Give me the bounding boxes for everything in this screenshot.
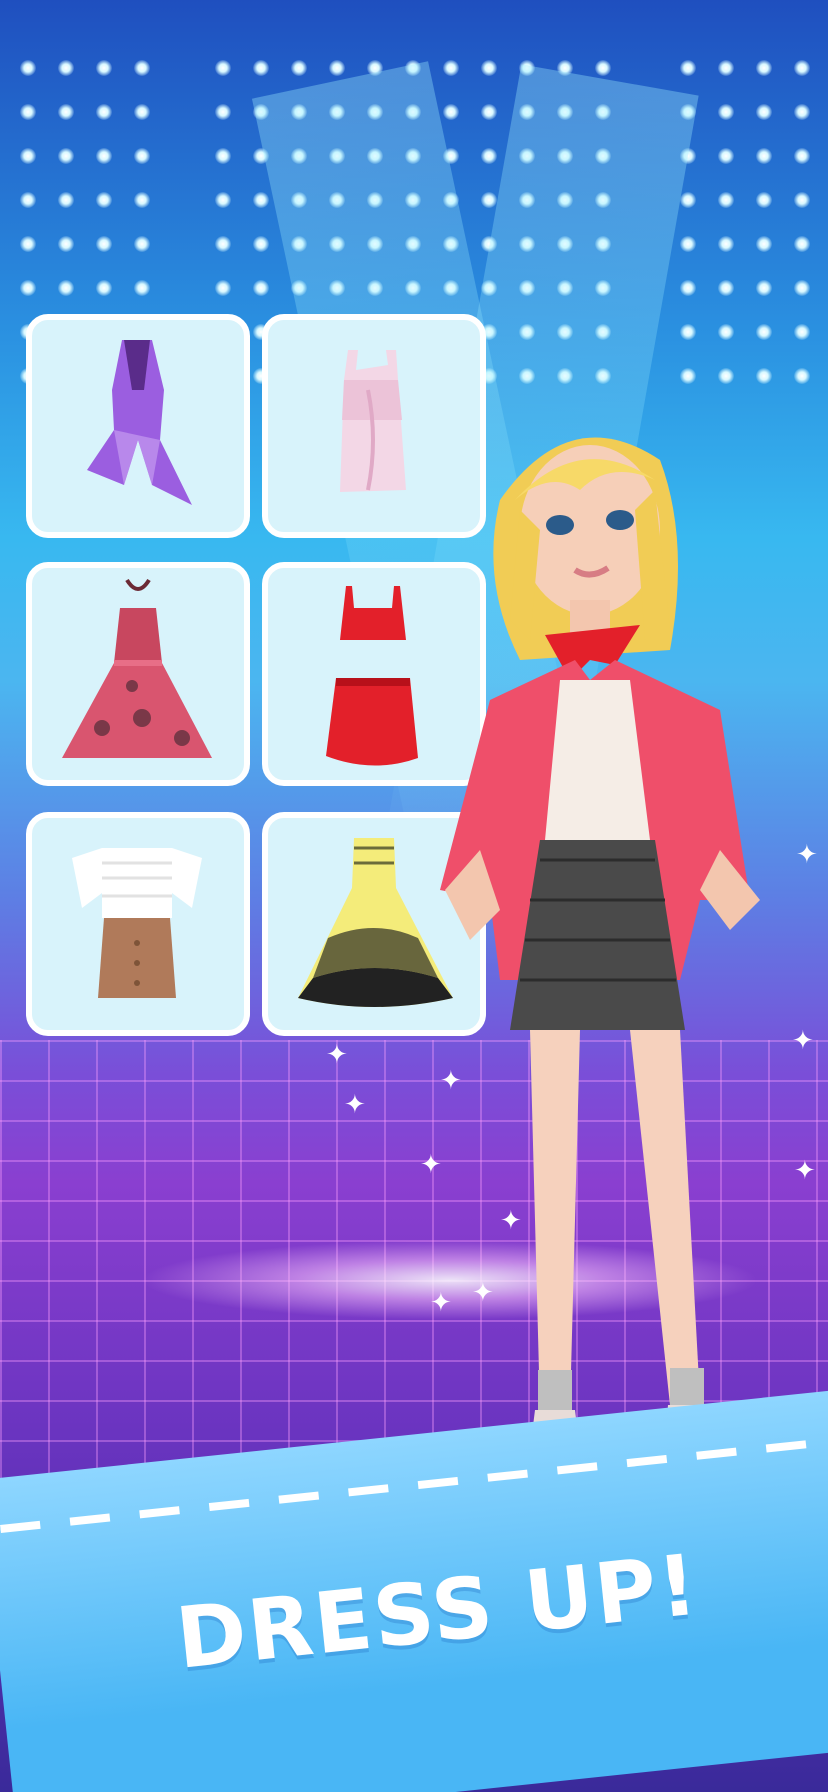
character-avatar bbox=[440, 437, 760, 1450]
stage-light-dot bbox=[215, 280, 231, 296]
stage-light-dot bbox=[756, 324, 772, 340]
stage-light-dot bbox=[20, 60, 36, 76]
stage-light-dot bbox=[794, 60, 810, 76]
stage-light-dot bbox=[58, 280, 74, 296]
stage-light-dot bbox=[134, 60, 150, 76]
sparkle-icon: ✦ bbox=[420, 1150, 442, 1180]
red-floral-dress-icon bbox=[62, 578, 212, 758]
stage-light-dot bbox=[794, 104, 810, 120]
stage-light-dot bbox=[718, 236, 734, 252]
stage-light-dot bbox=[253, 236, 269, 252]
stage-light-dot bbox=[215, 104, 231, 120]
stage-light-dot bbox=[481, 148, 497, 164]
stage-light-dot bbox=[680, 324, 696, 340]
stage-light-dot bbox=[794, 236, 810, 252]
sparkle-icon: ✦ bbox=[344, 1090, 366, 1120]
stage-light-dot bbox=[481, 192, 497, 208]
outfit-card-white-top-brown-skirt[interactable] bbox=[26, 812, 250, 1036]
stage-light-dot bbox=[58, 104, 74, 120]
stage-light-dot bbox=[253, 280, 269, 296]
stage-light-dot bbox=[96, 148, 112, 164]
sparkle-icon: ✦ bbox=[430, 1288, 452, 1318]
stage-light-dot bbox=[96, 104, 112, 120]
stage-light-dot bbox=[58, 60, 74, 76]
stage-light-dot bbox=[291, 60, 307, 76]
stage-light-dot bbox=[134, 148, 150, 164]
sparkle-icon: ✦ bbox=[440, 1066, 462, 1096]
stage-light-dot bbox=[794, 324, 810, 340]
stage-light-dot bbox=[794, 148, 810, 164]
sparkle-icon: ✦ bbox=[794, 1156, 816, 1186]
stage-light-dot bbox=[680, 192, 696, 208]
stage-light-dot bbox=[253, 60, 269, 76]
stage-light-dot bbox=[58, 192, 74, 208]
stage-light-dot bbox=[134, 236, 150, 252]
stage-light-dot bbox=[481, 60, 497, 76]
stage-light-dot bbox=[794, 280, 810, 296]
outfit-card-purple-halter-dress[interactable] bbox=[26, 314, 250, 538]
stage-light-dot bbox=[756, 148, 772, 164]
stage-light-dot bbox=[756, 236, 772, 252]
stage-light-dot bbox=[794, 368, 810, 384]
stage-light-dot bbox=[58, 236, 74, 252]
stage-light-dot bbox=[96, 236, 112, 252]
stage-light-dot bbox=[96, 60, 112, 76]
stage-light-dot bbox=[481, 104, 497, 120]
stage-light-dot bbox=[756, 60, 772, 76]
stage-light-dot bbox=[96, 280, 112, 296]
stage-light-dot bbox=[58, 148, 74, 164]
outfit-card-red-floral-dress[interactable] bbox=[26, 562, 250, 786]
sparkle-icon: ✦ bbox=[792, 1026, 814, 1056]
sparkle-icon: ✦ bbox=[472, 1278, 494, 1308]
stage-light-dot bbox=[134, 280, 150, 296]
stage-light-dot bbox=[718, 148, 734, 164]
stage-light-dot bbox=[595, 60, 611, 76]
stage-light-dot bbox=[20, 192, 36, 208]
stage-light-dot bbox=[215, 148, 231, 164]
stage-light-dot bbox=[756, 368, 772, 384]
sparkle-icon: ✦ bbox=[796, 840, 818, 870]
stage-light-dot bbox=[718, 104, 734, 120]
stage-light-dot bbox=[680, 280, 696, 296]
stage-light-dot bbox=[756, 104, 772, 120]
sparkle-icon: ✦ bbox=[500, 1206, 522, 1236]
stage-light-dot bbox=[718, 368, 734, 384]
stage-light-dot bbox=[134, 104, 150, 120]
stage-light-dot bbox=[756, 280, 772, 296]
stage-light-dot bbox=[680, 60, 696, 76]
white-top-brown-skirt-icon bbox=[72, 848, 202, 998]
stage-light-dot bbox=[20, 148, 36, 164]
stage-light-dot bbox=[134, 192, 150, 208]
stage-light-dot bbox=[329, 60, 345, 76]
stage-light-dot bbox=[756, 192, 772, 208]
stage-light-dot bbox=[794, 192, 810, 208]
stage-light-dot bbox=[718, 192, 734, 208]
stage-light-dot bbox=[680, 236, 696, 252]
stage-light-dot bbox=[20, 104, 36, 120]
stage-light-dot bbox=[718, 324, 734, 340]
stage-light-dot bbox=[215, 60, 231, 76]
stage-light-dot bbox=[215, 192, 231, 208]
stage-light-dot bbox=[96, 192, 112, 208]
stage-light-dot bbox=[718, 280, 734, 296]
stage-light-dot bbox=[20, 236, 36, 252]
game-screenshot: ✦ ✦ ✦ ✦ ✦ ✦ ✦ ✦ ✦ ✦ DRESS UP! bbox=[0, 0, 828, 1792]
stage-light-dot bbox=[718, 60, 734, 76]
stage-light-dot bbox=[443, 60, 459, 76]
sparkle-icon: ✦ bbox=[326, 1040, 348, 1070]
purple-dress-icon bbox=[87, 340, 192, 505]
stage-light-dot bbox=[443, 104, 459, 120]
stage-light-dot bbox=[215, 236, 231, 252]
stage-light-dot bbox=[253, 192, 269, 208]
stage-light-dot bbox=[680, 368, 696, 384]
stage-light-dot bbox=[20, 280, 36, 296]
